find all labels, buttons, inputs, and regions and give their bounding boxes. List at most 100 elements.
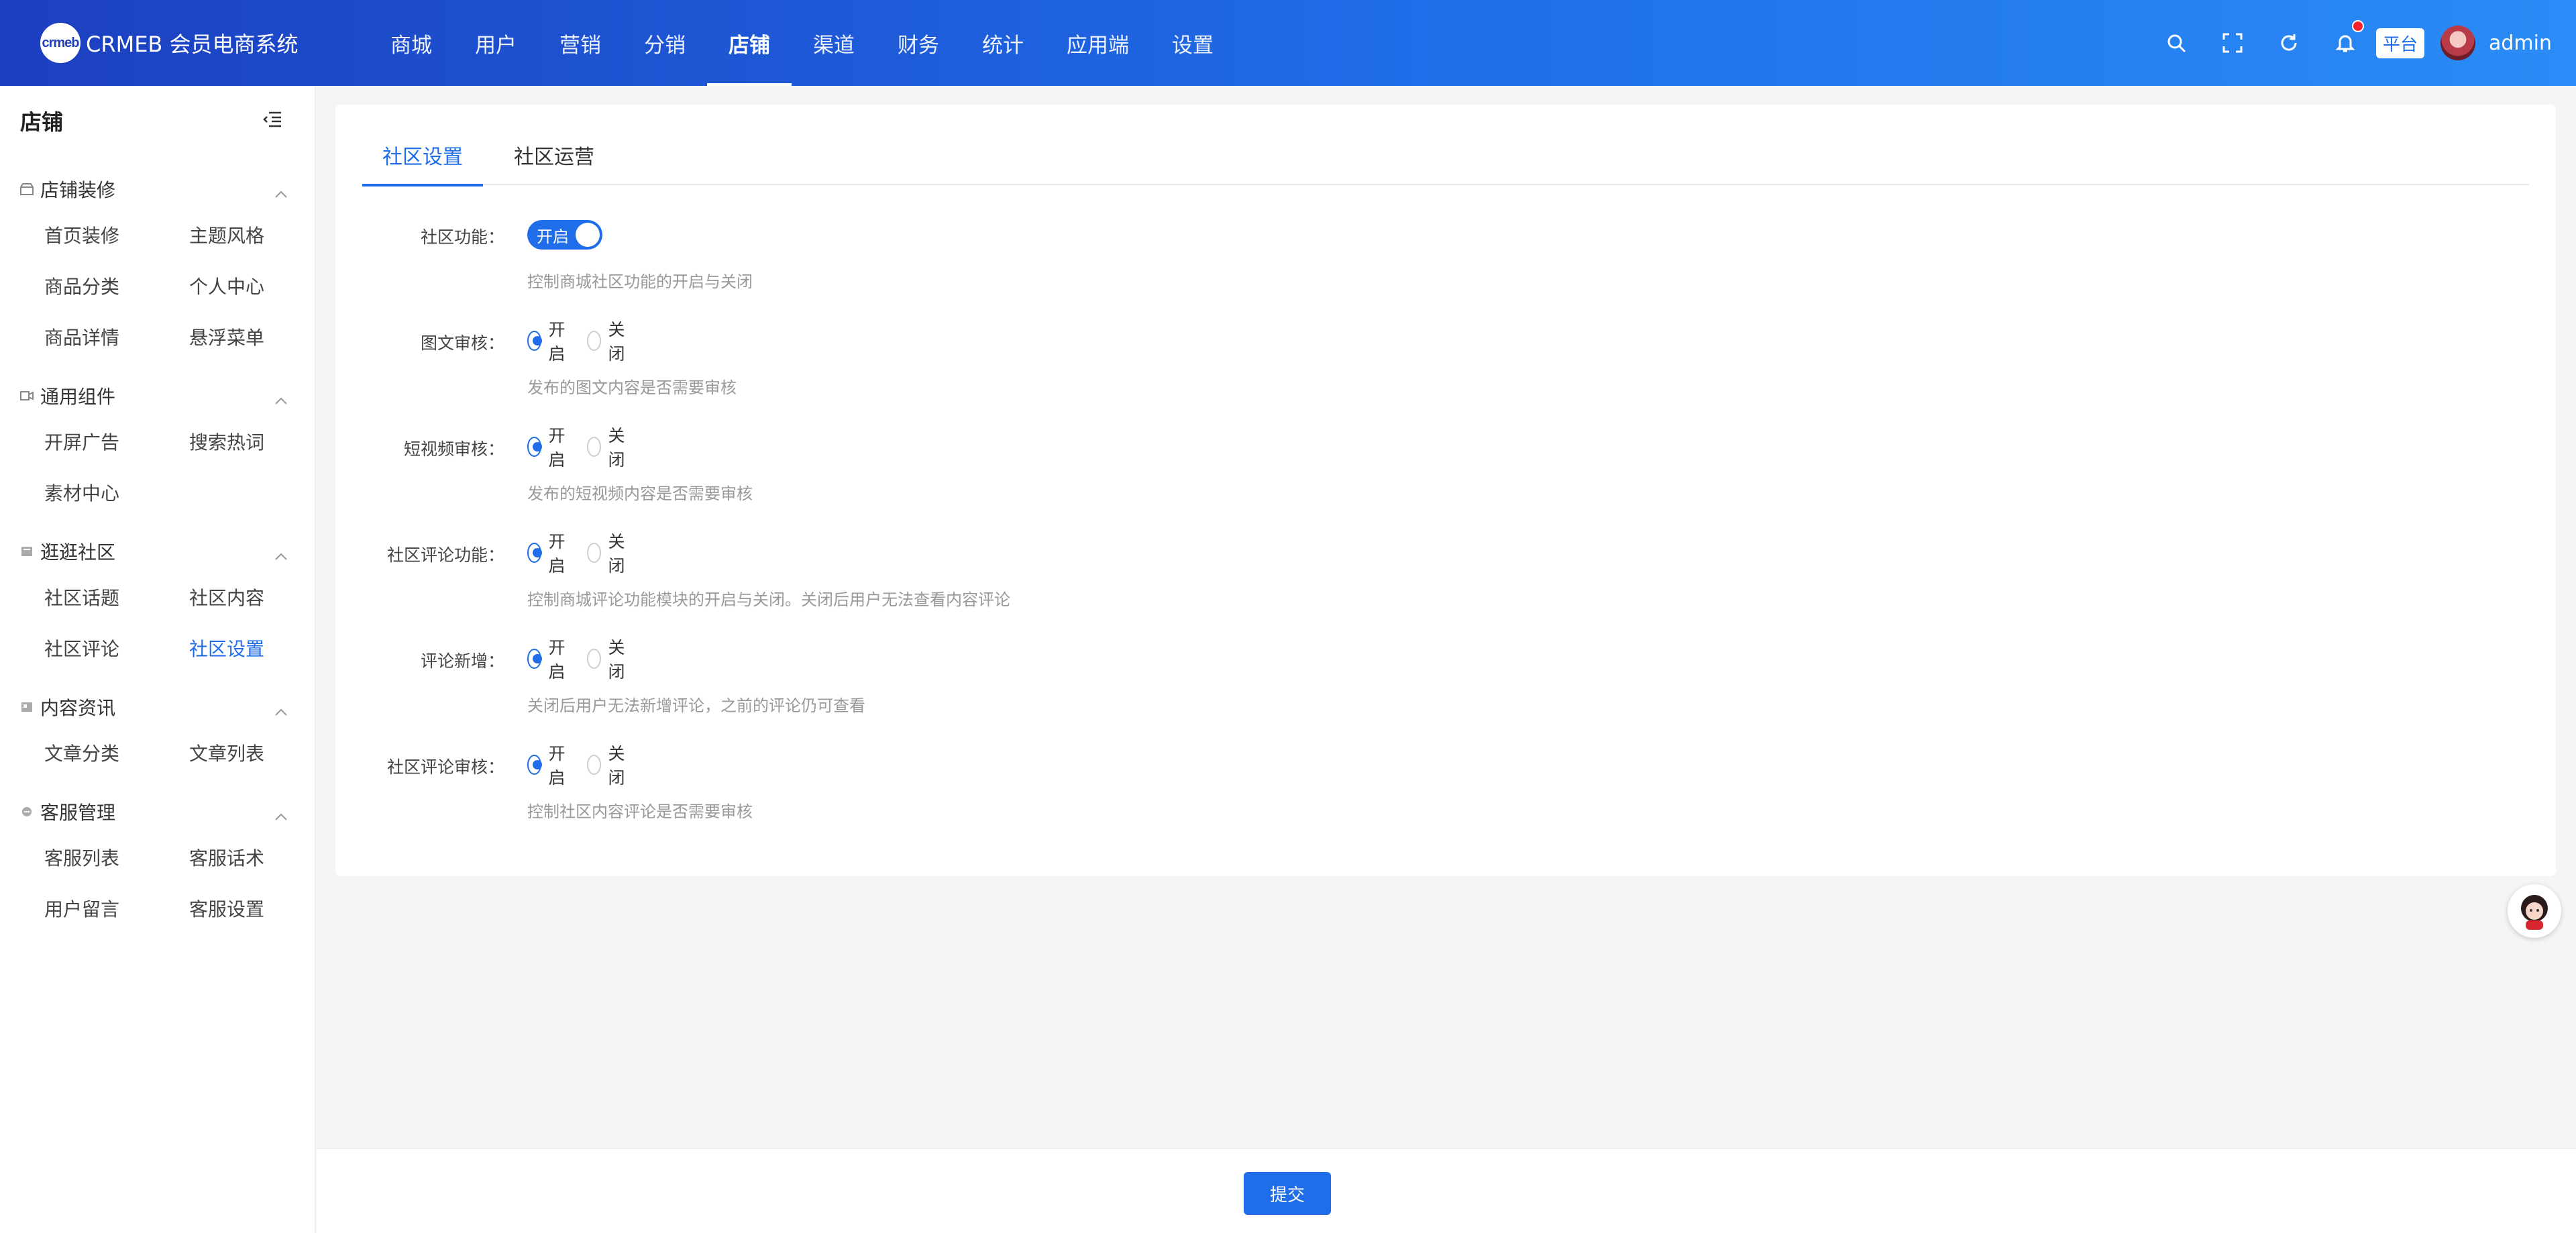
nav-store[interactable]: 店铺 <box>707 0 792 86</box>
sidebar: 店铺 店铺装修 首页装修 主题风格 商品分类 个人中心 商品详情 悬浮菜单 通用… <box>0 86 315 1233</box>
bell-icon[interactable] <box>2317 0 2373 86</box>
collapse-menu-icon[interactable] <box>262 111 282 131</box>
sidebar-item-home-decoration[interactable]: 首页装修 <box>44 209 189 260</box>
sidebar-header: 店铺 <box>0 86 315 156</box>
sidebar-group-label: 通用组件 <box>40 386 116 408</box>
sidebar-item-user-messages[interactable]: 用户留言 <box>44 883 189 934</box>
sidebar-group-customer-service[interactable]: 客服管理 <box>0 792 315 832</box>
form-help: 关闭后用户无法新增评论，之前的评论仍可查看 <box>527 696 865 715</box>
radio-dot <box>527 331 543 351</box>
sidebar-item-service-settings[interactable]: 客服设置 <box>189 883 334 934</box>
sidebar-item-theme-style[interactable]: 主题风格 <box>189 209 334 260</box>
form-label: 评论新增： <box>420 651 504 671</box>
radio-label: 关闭 <box>608 320 625 364</box>
chevron-up-icon <box>274 543 288 566</box>
sidebar-item-floating-menu[interactable]: 悬浮菜单 <box>189 311 334 362</box>
shop-icon <box>20 183 40 195</box>
chevron-up-icon <box>274 181 288 203</box>
radio-dot <box>587 437 602 457</box>
nav-settings[interactable]: 设置 <box>1150 0 1235 86</box>
search-icon[interactable] <box>2148 0 2204 86</box>
sidebar-item-material-center[interactable]: 素材中心 <box>44 467 189 518</box>
nav-channel[interactable]: 渠道 <box>792 0 876 86</box>
sidebar-item-community-comment[interactable]: 社区评论 <box>44 623 189 674</box>
comment-function-off-radio[interactable]: 关闭 <box>587 529 631 577</box>
sidebar-group-shop-decoration[interactable]: 店铺装修 <box>0 169 315 209</box>
sidebar-item-splash-ad[interactable]: 开屏广告 <box>44 416 189 467</box>
tab-community-operations[interactable]: 社区运营 <box>494 125 614 185</box>
settings-card: 社区设置 社区运营 社区功能： 开启 控制商城社区功能的开启与关闭 图文审核： … <box>335 105 2556 876</box>
nav-app[interactable]: 应用端 <box>1045 0 1150 86</box>
platform-tag[interactable]: 平台 <box>2375 28 2424 58</box>
top-nav: 商城 用户 营销 分销 店铺 渠道 财务 统计 应用端 设置 <box>369 0 1235 86</box>
community-switch[interactable]: 开启 <box>527 220 602 250</box>
customer-service-avatar-icon[interactable] <box>2508 884 2561 938</box>
radio-dot <box>527 437 543 457</box>
form-help: 发布的图文内容是否需要审核 <box>527 378 737 397</box>
admin-name[interactable]: admin <box>2489 32 2552 55</box>
sidebar-item-community-content[interactable]: 社区内容 <box>189 572 334 623</box>
chat-icon <box>20 806 40 818</box>
sidebar-group-label: 店铺装修 <box>40 179 116 201</box>
radio-dot <box>587 543 602 563</box>
image-review-off-radio[interactable]: 关闭 <box>587 317 631 365</box>
nav-mall[interactable]: 商城 <box>369 0 453 86</box>
sidebar-item-personal-center[interactable]: 个人中心 <box>189 260 334 311</box>
video-review-off-radio[interactable]: 关闭 <box>587 423 631 471</box>
sidebar-item-hot-search[interactable]: 搜索热词 <box>189 416 334 467</box>
comment-review-on-radio[interactable]: 开启 <box>527 741 571 789</box>
sidebar-item-community-settings[interactable]: 社区设置 <box>189 623 334 674</box>
radio-dot <box>587 755 602 775</box>
fullscreen-icon[interactable] <box>2204 0 2261 86</box>
sidebar-item-product-category[interactable]: 商品分类 <box>44 260 189 311</box>
sidebar-item-article-list[interactable]: 文章列表 <box>189 727 334 778</box>
form-label: 社区功能： <box>420 227 504 247</box>
submit-button[interactable]: 提交 <box>1244 1172 1331 1215</box>
switch-knob <box>576 223 600 247</box>
avatar[interactable] <box>2440 25 2475 60</box>
radio-label: 关闭 <box>608 426 625 470</box>
sidebar-group-common-components[interactable]: 通用组件 <box>0 376 315 416</box>
sidebar-item-article-category[interactable]: 文章分类 <box>44 727 189 778</box>
radio-dot <box>587 331 602 351</box>
logo-text: CRMEB 会员电商系统 <box>86 32 299 57</box>
sidebar-group-community[interactable]: 逛逛社区 <box>0 531 315 572</box>
form-label: 社区评论功能： <box>386 545 504 565</box>
news-icon <box>20 701 40 713</box>
video-review-on-radio[interactable]: 开启 <box>527 423 571 471</box>
image-review-on-radio[interactable]: 开启 <box>527 317 571 365</box>
comment-review-off-radio[interactable]: 关闭 <box>587 741 631 789</box>
form-label: 短视频审核： <box>403 439 504 459</box>
form-label: 社区评论审核： <box>386 757 504 777</box>
community-icon <box>20 545 40 557</box>
sidebar-item-community-topic[interactable]: 社区话题 <box>44 572 189 623</box>
form-help: 发布的短视频内容是否需要审核 <box>527 484 753 503</box>
comment-new-on-radio[interactable]: 开启 <box>527 635 571 683</box>
refresh-icon[interactable] <box>2261 0 2317 86</box>
radio-label: 开启 <box>548 532 566 576</box>
radio-label: 关闭 <box>608 532 625 576</box>
sidebar-item-service-list[interactable]: 客服列表 <box>44 832 189 883</box>
sidebar-item-service-scripts[interactable]: 客服话术 <box>189 832 334 883</box>
radio-label: 关闭 <box>608 638 625 682</box>
chevron-up-icon <box>274 388 288 410</box>
nav-statistics[interactable]: 统计 <box>961 0 1045 86</box>
chevron-up-icon <box>274 804 288 826</box>
comment-function-on-radio[interactable]: 开启 <box>527 529 571 577</box>
sidebar-group-content-news[interactable]: 内容资讯 <box>0 687 315 727</box>
radio-label: 关闭 <box>608 744 625 788</box>
nav-marketing[interactable]: 营销 <box>538 0 623 86</box>
form-help: 控制商城评论功能模块的开启与关闭。关闭后用户无法查看内容评论 <box>527 590 1010 609</box>
nav-finance[interactable]: 财务 <box>876 0 961 86</box>
comment-new-off-radio[interactable]: 关闭 <box>587 635 631 683</box>
switch-text: 开启 <box>537 227 569 246</box>
tab-community-settings[interactable]: 社区设置 <box>362 125 483 186</box>
radio-label: 开启 <box>548 426 566 470</box>
nav-distribution[interactable]: 分销 <box>623 0 707 86</box>
nav-user[interactable]: 用户 <box>453 0 538 86</box>
notification-badge <box>2351 20 2364 32</box>
radio-dot <box>587 649 602 669</box>
sidebar-item-product-detail[interactable]: 商品详情 <box>44 311 189 362</box>
logo[interactable]: crmeb CRMEB 会员电商系统 <box>40 23 329 63</box>
form-help: 控制社区内容评论是否需要审核 <box>527 802 753 821</box>
